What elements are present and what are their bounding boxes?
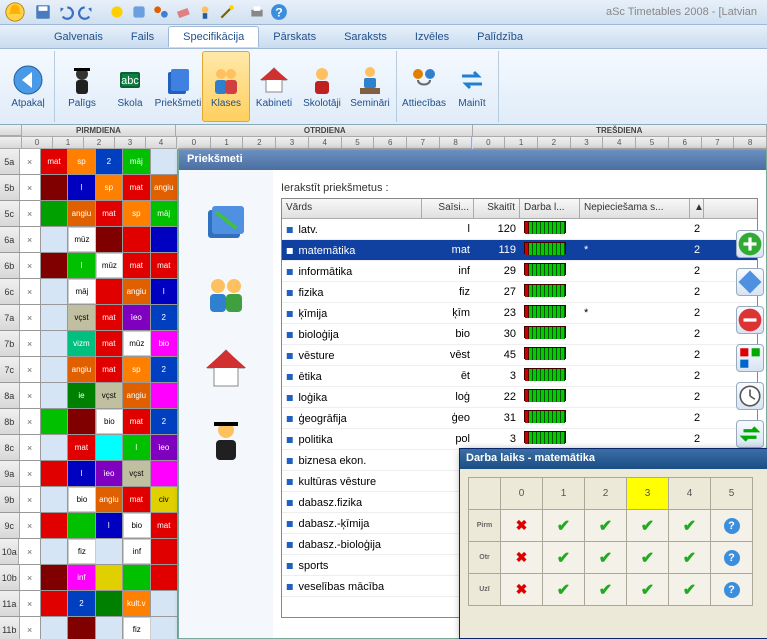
back-icon	[12, 64, 44, 96]
list-item[interactable]: ◆matemātikamat119*2	[282, 240, 757, 261]
add-button[interactable]	[736, 230, 764, 258]
table-row[interactable]: 8a×ievçstangiu	[0, 383, 178, 409]
list-item[interactable]: ◆ētikaēt32	[282, 366, 757, 387]
priekšmeti-icon	[162, 64, 194, 96]
panel-sidebar	[179, 170, 273, 638]
list-item[interactable]: ◆fizikafiz272	[282, 282, 757, 303]
menu-galvenais[interactable]: Galvenais	[40, 27, 117, 47]
table-row[interactable]: 11a×2kult.v	[0, 591, 178, 617]
semināri-icon	[354, 64, 386, 96]
table-row[interactable]: 11b×fiz	[0, 617, 178, 639]
table-row[interactable]: 8c×matlìeo	[0, 435, 178, 461]
tool-icon[interactable]	[108, 3, 126, 21]
book-icon[interactable]	[202, 200, 250, 248]
table-row[interactable]: 9a×lìeovçst	[0, 461, 178, 487]
kabineti-icon	[258, 64, 290, 96]
table-row[interactable]: 5a×matsp2māj	[0, 149, 178, 175]
table-row[interactable]: 9b×bioangiumatciv	[0, 487, 178, 513]
back-button[interactable]: Atpakaļ	[4, 51, 52, 122]
ribbon-skolotāji[interactable]: Skolotāji	[298, 51, 346, 122]
ribbon-kabineti[interactable]: Kabineti	[250, 51, 298, 122]
table-row[interactable]: 6a×mūz	[0, 227, 178, 253]
list-item[interactable]: ◆bioloģijabio302	[282, 324, 757, 345]
menu-saraksts[interactable]: Saraksts	[330, 27, 401, 47]
tool3-icon[interactable]	[152, 3, 170, 21]
table-row[interactable]: 5b×lspmatangiu	[0, 175, 178, 201]
menu-pārskats[interactable]: Pārskats	[259, 27, 330, 47]
table-row[interactable]: 7b×vizmmatmūzbio	[0, 331, 178, 357]
menu-fails[interactable]: Fails	[117, 27, 168, 47]
panel-label: Ierakstīt priekšmetus :	[281, 182, 758, 194]
list-item[interactable]: ◆ģeogrāfijaģeo312	[282, 408, 757, 429]
menu-izvēles[interactable]: Izvēles	[401, 27, 463, 47]
teacher-icon[interactable]	[202, 416, 250, 464]
ribbon-priekšmeti[interactable]: Priekšmeti	[154, 51, 202, 122]
ribbon-attiecības[interactable]: Attiecības	[400, 51, 448, 122]
app-title: aSc Timetables 2008 - [Latvian	[606, 6, 763, 18]
skolotāji-icon	[306, 64, 338, 96]
ribbon: Atpakaļ PalīgsabcSkolaPriekšmetiKlasesKa…	[0, 49, 767, 125]
table-row[interactable]: 10b×inf	[0, 565, 178, 591]
edit-button[interactable]	[736, 268, 764, 296]
worktime-grid[interactable]: 012345 Pirm✖✔✔✔✔?Otr✖✔✔✔✔?Uzī✖✔✔✔✔?	[468, 477, 753, 606]
attiecības-icon	[408, 64, 440, 96]
panel-actions	[732, 200, 767, 478]
list-item[interactable]: ◆ķīmijaķīm23*2	[282, 303, 757, 324]
worktime-popup: Darba laiks - matemātika 012345 Pirm✖✔✔✔…	[459, 448, 767, 639]
table-row[interactable]: 7c×angiumatsp2	[0, 357, 178, 383]
delete-button[interactable]	[736, 306, 764, 334]
svg-text:abc: abc	[121, 75, 139, 87]
skola-icon: abc	[114, 64, 146, 96]
time-button[interactable]	[736, 382, 764, 410]
mainīt-icon	[456, 64, 488, 96]
house-icon[interactable]	[202, 344, 250, 392]
eraser-icon[interactable]	[174, 3, 192, 21]
print-icon[interactable]	[248, 3, 266, 21]
menu-specifikācija[interactable]: Specifikācija	[168, 26, 259, 47]
redo-icon[interactable]	[78, 3, 96, 21]
list-item[interactable]: ◆loģikaloģ222	[282, 387, 757, 408]
ribbon-klases[interactable]: Klases	[202, 51, 250, 122]
list-item[interactable]: ◆latv.l1202	[282, 219, 757, 240]
ribbon-semināri[interactable]: Semināri	[346, 51, 394, 122]
table-row[interactable]: 10a×fizinf	[0, 539, 178, 565]
table-row[interactable]: 9c×lbiomat	[0, 513, 178, 539]
wand-icon[interactable]	[218, 3, 236, 21]
popup-title: Darba laiks - matemātika	[460, 449, 767, 469]
save-icon[interactable]	[34, 3, 52, 21]
top-toolbar: ? aSc Timetables 2008 - [Latvian	[0, 0, 767, 25]
ribbon-mainīt[interactable]: Mainīt	[448, 51, 496, 122]
palīgs-icon	[66, 64, 98, 96]
list-item[interactable]: ◆politikapol32	[282, 429, 757, 450]
table-header: Vārds Saīsi... Skaitīt Darba l... Nepiec…	[282, 199, 757, 219]
tool2-icon[interactable]	[130, 3, 148, 21]
wizard-icon[interactable]	[196, 3, 214, 21]
timetable-grid: PIRMDIENA 01234 5a×matsp2māj5b×lspmatang…	[0, 125, 178, 639]
table-row[interactable]: 6c×mājangiul	[0, 279, 178, 305]
table-row[interactable]: 8b×biomat2	[0, 409, 178, 435]
svg-text:?: ?	[275, 6, 283, 20]
list-item[interactable]: ◆informātikainf292	[282, 261, 757, 282]
help-icon[interactable]: ?	[270, 3, 288, 21]
students-icon[interactable]	[202, 272, 250, 320]
ribbon-palīgs[interactable]: Palīgs	[58, 51, 106, 122]
table-row[interactable]: 6b×lmūzmatmat	[0, 253, 178, 279]
app-logo-icon	[4, 1, 26, 23]
lessons-button[interactable]	[736, 344, 764, 372]
table-row[interactable]: 7a×vçstmatìeo2	[0, 305, 178, 331]
ribbon-skola[interactable]: abcSkola	[106, 51, 154, 122]
klases-icon	[210, 64, 242, 96]
menu-bar: GalvenaisFailsSpecifikācijaPārskatsSarak…	[0, 25, 767, 49]
swap-button[interactable]	[736, 420, 764, 448]
panel-title: Priekšmeti	[179, 150, 766, 170]
list-item[interactable]: ◆vēsturevēst452	[282, 345, 757, 366]
undo-icon[interactable]	[56, 3, 74, 21]
table-row[interactable]: 5c×angiumatspmāj	[0, 201, 178, 227]
menu-palīdzība[interactable]: Palīdzība	[463, 27, 537, 47]
